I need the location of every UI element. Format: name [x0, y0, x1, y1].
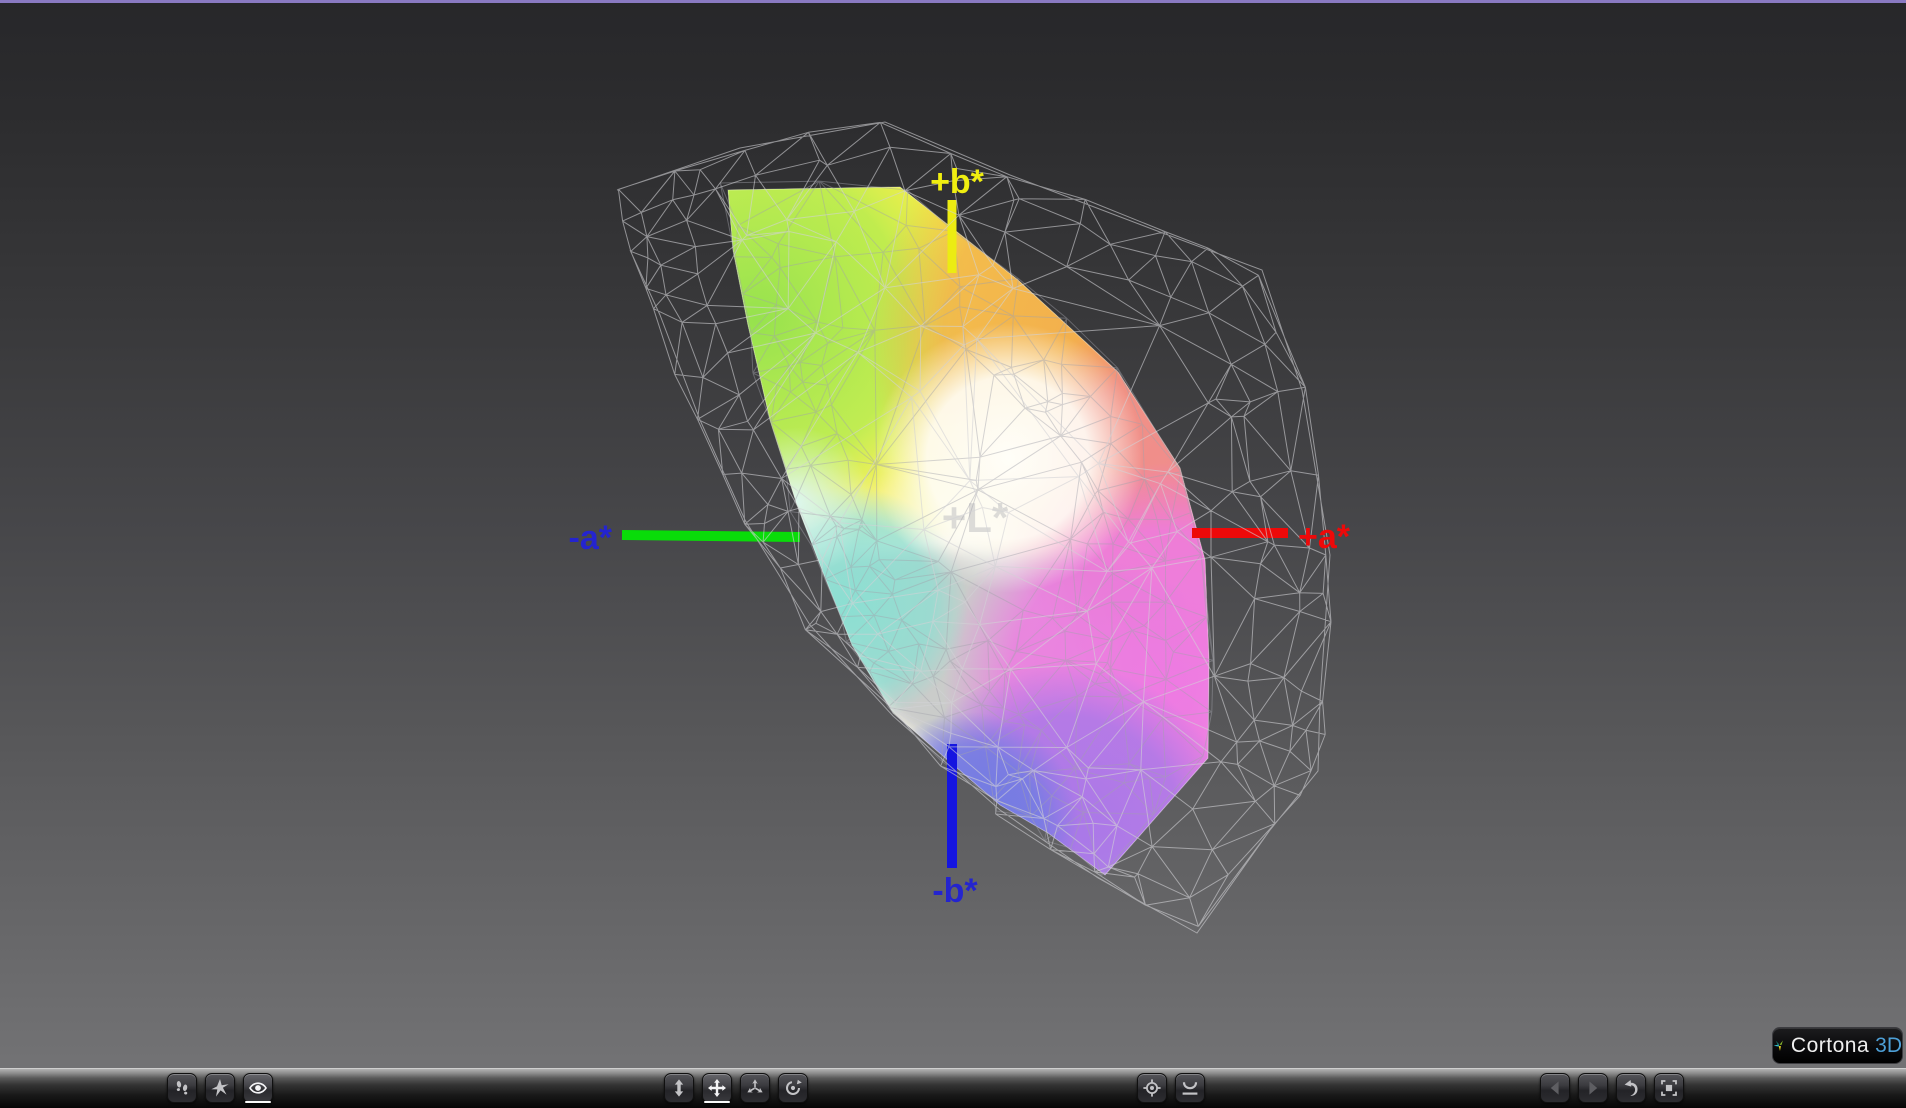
- walk-icon: [172, 1078, 192, 1098]
- axis-label-neg-b: -b*: [932, 872, 978, 910]
- axis-label-pos-b: +b*: [930, 163, 985, 201]
- window-top-accent: [0, 0, 1906, 3]
- toolbar-group-camera-tools: [664, 1073, 808, 1103]
- fit-to-window-button[interactable]: [1654, 1073, 1684, 1103]
- restore-view-button[interactable]: [1616, 1073, 1646, 1103]
- spin-orbit-icon: [783, 1078, 803, 1098]
- toolbar-group-navigation-modes: [167, 1073, 273, 1103]
- axis-label-pos-a: +a*: [1298, 518, 1351, 556]
- rotate-arrows-button[interactable]: [740, 1073, 770, 1103]
- fly-button[interactable]: [205, 1073, 235, 1103]
- gamut-3d-scene: +L* +b* -a* +a* -b*: [569, 121, 1351, 934]
- fly-icon: [210, 1078, 230, 1098]
- viewer-toolbar: [0, 1068, 1906, 1108]
- previous-view-button[interactable]: [1540, 1073, 1570, 1103]
- rotate-arrows-icon: [745, 1078, 765, 1098]
- cortona3d-logo[interactable]: Cortona 3D: [1772, 1027, 1903, 1064]
- toolbar-group-history-tools: [1540, 1073, 1684, 1103]
- next-view-icon: [1583, 1078, 1603, 1098]
- cortona3d-star-icon: [1773, 1040, 1783, 1051]
- seek-target-button[interactable]: [1137, 1073, 1167, 1103]
- spin-orbit-button[interactable]: [778, 1073, 808, 1103]
- zoom-vertical-arrows-button[interactable]: [664, 1073, 694, 1103]
- previous-view-icon: [1545, 1078, 1565, 1098]
- viewer-3d-viewport[interactable]: +L* +b* -a* +a* -b*: [0, 0, 1906, 1108]
- zoom-vertical-arrows-icon: [669, 1078, 689, 1098]
- axis-neg-a-line: [621, 530, 801, 542]
- walk-button[interactable]: [167, 1073, 197, 1103]
- upright-horizon-button[interactable]: [1175, 1073, 1205, 1103]
- examine-eye-icon: [248, 1078, 268, 1098]
- restore-view-icon: [1621, 1078, 1641, 1098]
- next-view-button[interactable]: [1578, 1073, 1608, 1103]
- examine-eye-button[interactable]: [243, 1073, 273, 1103]
- pan-arrows-button[interactable]: [702, 1073, 732, 1103]
- pan-arrows-icon: [707, 1078, 727, 1098]
- axis-label-neg-a: -a*: [569, 519, 613, 557]
- seek-target-icon: [1142, 1078, 1162, 1098]
- upright-horizon-icon: [1180, 1078, 1200, 1098]
- logo-text: Cortona: [1790, 1033, 1870, 1057]
- toolbar-group-view-tools: [1137, 1073, 1205, 1103]
- logo-suffix: 3D: [1875, 1033, 1902, 1057]
- fit-to-window-icon: [1659, 1078, 1679, 1098]
